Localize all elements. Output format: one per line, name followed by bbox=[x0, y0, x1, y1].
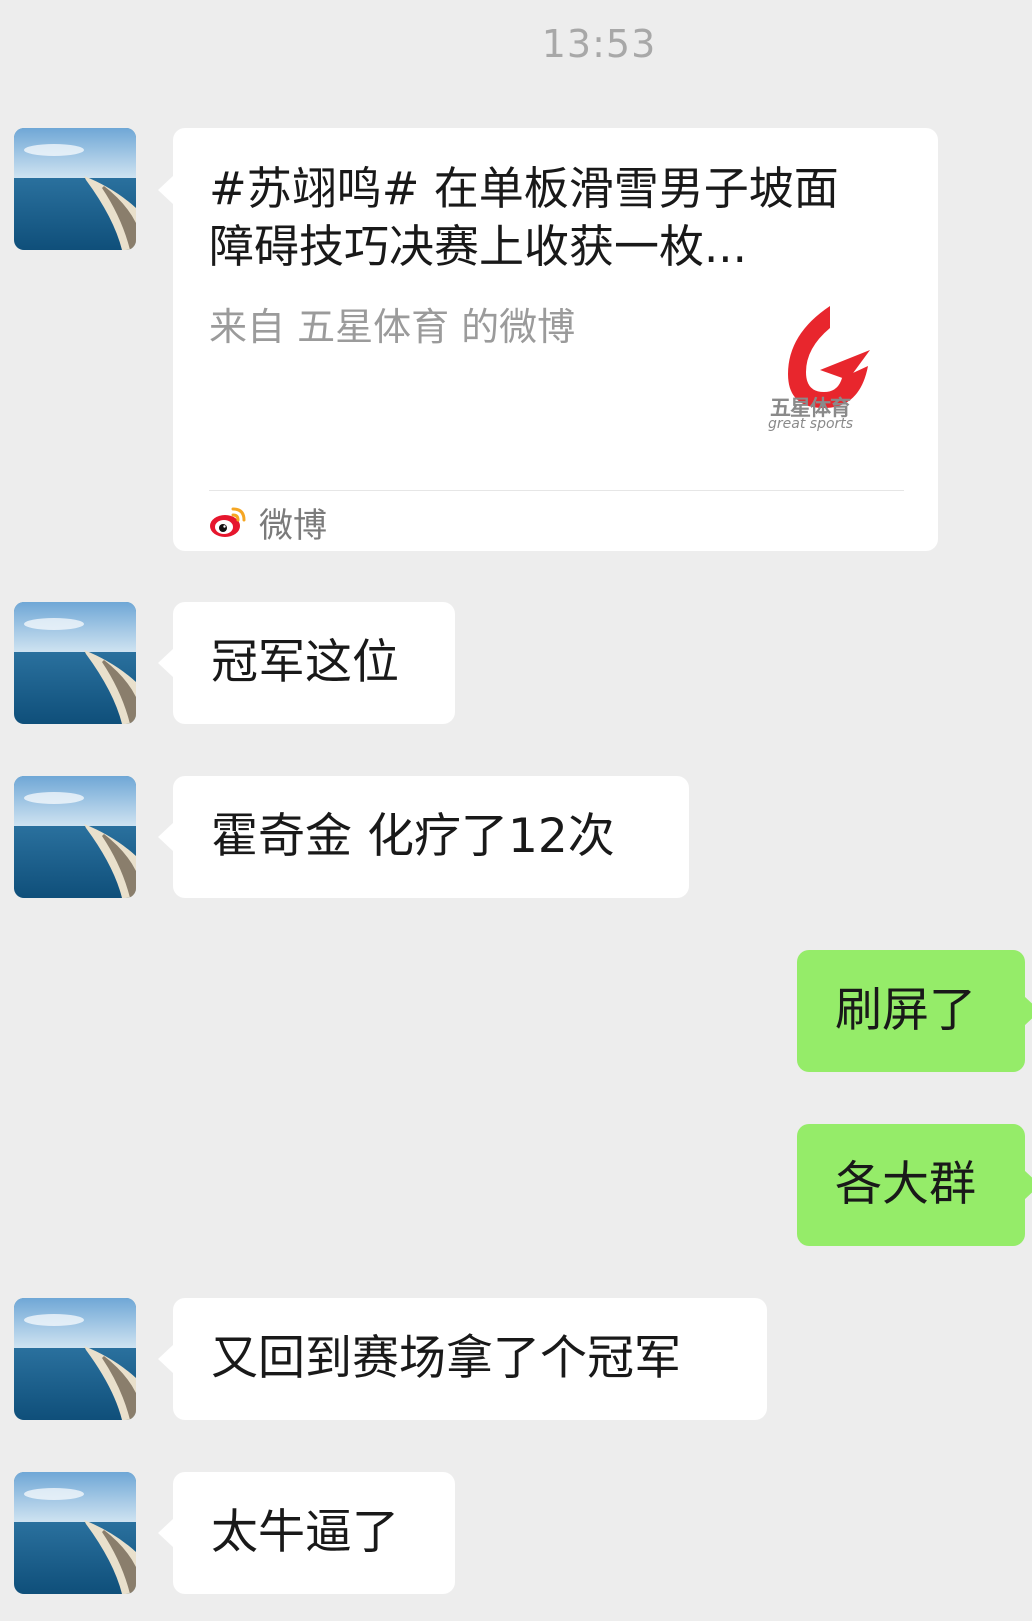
card-footer-label: 微博 bbox=[259, 505, 327, 546]
chat-window: 13:53 #苏翊鸣# 在单板滑雪男子坡面障碍技巧决赛上收获一枚... 来自 五… bbox=[0, 0, 1032, 1621]
weibo-icon bbox=[210, 507, 246, 537]
message-text: 又回到赛场拿了个冠军 bbox=[211, 1331, 681, 1386]
logo-subtext: great sports bbox=[768, 416, 854, 432]
card-source: 来自 五星体育 的微博 bbox=[209, 305, 576, 349]
seaside-avatar-image bbox=[14, 1298, 136, 1420]
message-timestamp: 13:53 bbox=[541, 22, 657, 66]
message-bubble-outgoing[interactable]: 各大群 bbox=[797, 1124, 1032, 1246]
message-bubble[interactable]: 冠军这位 bbox=[158, 602, 455, 724]
seaside-avatar-image bbox=[14, 128, 136, 250]
message-text: 霍奇金 化疗了12次 bbox=[211, 809, 615, 864]
contact-avatar[interactable] bbox=[14, 776, 136, 898]
message-bubble-outgoing[interactable]: 刷屏了 bbox=[797, 950, 1032, 1072]
message-text: 刷屏了 bbox=[835, 983, 976, 1038]
seaside-avatar-image bbox=[14, 602, 136, 724]
message-bubble[interactable]: 霍奇金 化疗了12次 bbox=[158, 776, 689, 898]
seaside-avatar-image bbox=[14, 776, 136, 898]
card-divider bbox=[209, 490, 904, 491]
message-text: 太牛逼了 bbox=[211, 1505, 399, 1560]
contact-avatar[interactable] bbox=[14, 602, 136, 724]
card-title: #苏翊鸣# 在单板滑雪男子坡面障碍技巧决赛上收获一枚... bbox=[209, 162, 839, 273]
contact-avatar[interactable] bbox=[14, 128, 136, 250]
shared-weibo-card[interactable]: #苏翊鸣# 在单板滑雪男子坡面障碍技巧决赛上收获一枚... 来自 五星体育 的微… bbox=[158, 128, 938, 551]
great-sports-logo: 五星体育 great sports bbox=[768, 300, 878, 440]
card-footer: 微博 bbox=[209, 500, 327, 546]
contact-avatar[interactable] bbox=[14, 1472, 136, 1594]
seaside-avatar-image bbox=[14, 1472, 136, 1594]
message-bubble[interactable]: 太牛逼了 bbox=[158, 1472, 455, 1594]
contact-avatar[interactable] bbox=[14, 1298, 136, 1420]
message-bubble[interactable]: 又回到赛场拿了个冠军 bbox=[158, 1298, 767, 1420]
message-text: 各大群 bbox=[835, 1157, 976, 1212]
message-text: 冠军这位 bbox=[211, 635, 399, 690]
